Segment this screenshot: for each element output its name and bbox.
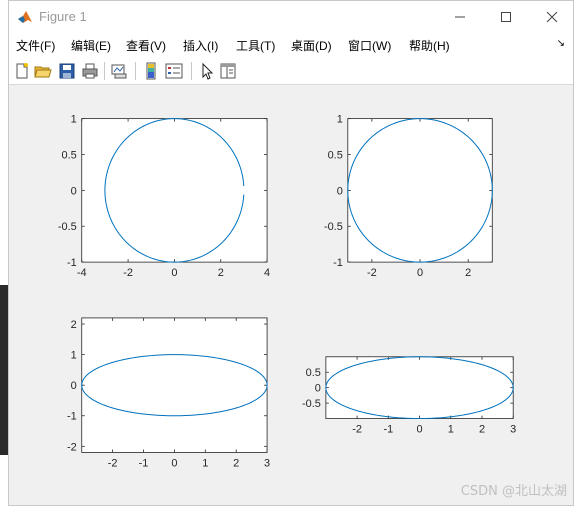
x-tick-label: -2 xyxy=(367,267,377,279)
y-tick-label: 0 xyxy=(337,185,343,197)
new-figure-icon[interactable] xyxy=(13,62,31,80)
toolbar-separator xyxy=(191,62,192,80)
subplot-3[interactable]: -2 -1 0 1 2 3 -2 -1 0 1 2 xyxy=(67,317,270,469)
y-tick-label: 2 xyxy=(71,319,77,331)
menu-window[interactable]: 窗口(W) xyxy=(348,37,391,54)
maximize-icon xyxy=(501,12,511,22)
menu-file[interactable]: 文件(F) xyxy=(16,37,55,54)
y-tick-label: -1 xyxy=(333,257,343,269)
y-tick-label: -2 xyxy=(67,441,77,453)
x-tick-label: 1 xyxy=(448,424,454,436)
x-tick-label: -2 xyxy=(352,424,362,436)
x-tick-label: -4 xyxy=(77,267,87,279)
subplot-2[interactable]: -2 0 2 -1 -0.5 0 0.5 1 xyxy=(324,114,493,279)
y-tick-label: -0.5 xyxy=(58,221,77,233)
y-tick-label: -0.5 xyxy=(302,398,321,410)
x-tick-label: 3 xyxy=(264,457,270,469)
menu-insert[interactable]: 插入(I) xyxy=(183,37,218,54)
subplot-4[interactable]: -2 -1 0 1 2 3 -0.5 0 0.5 xyxy=(302,356,516,436)
x-tick-label: 2 xyxy=(479,424,485,436)
close-button[interactable] xyxy=(529,1,575,33)
axes-box xyxy=(347,118,493,263)
maximize-button[interactable] xyxy=(483,1,529,33)
minimize-icon xyxy=(455,16,465,18)
menu-bar: 文件(F) 编辑(E) 查看(V) 插入(I) 工具(T) 桌面(D) 窗口(W… xyxy=(9,33,573,57)
x-tick-label: 0 xyxy=(171,267,177,279)
background-window-edge xyxy=(0,285,8,455)
y-tick-label: -1 xyxy=(67,257,77,269)
x-tick-label: 2 xyxy=(465,267,471,279)
property-inspector-icon[interactable] xyxy=(219,62,237,80)
matlab-logo-icon xyxy=(18,11,32,23)
menu-edit[interactable]: 编辑(E) xyxy=(71,37,111,54)
figure-canvas[interactable]: -4 -2 0 2 4 -1 -0.5 0 0.5 1 -2 0 2 -1 -0.5 0 0.5 1 -2 -1 0 1 2… xyxy=(9,85,573,505)
insert-colorbar-icon[interactable] xyxy=(142,62,160,80)
y-tick-label: 1 xyxy=(337,114,343,126)
axes-box xyxy=(81,118,268,263)
y-tick-label: 0 xyxy=(71,185,77,197)
x-tick-label: 0 xyxy=(416,424,422,436)
subplot-1[interactable]: -4 -2 0 2 4 -1 -0.5 0 0.5 1 xyxy=(58,114,270,279)
toolbar-separator xyxy=(104,62,105,80)
minimize-button[interactable] xyxy=(437,1,483,33)
watermark: CSDN @北山太湖 xyxy=(460,484,567,499)
figure-window: Figure 1 文件(F) 编辑(E) 查看(V) 插入(I) 工具(T) 桌… xyxy=(8,0,574,506)
x-tick-label: -2 xyxy=(108,457,118,469)
x-tick-label: 0 xyxy=(417,267,423,279)
y-tick-label: 0.5 xyxy=(62,149,77,161)
insert-legend-icon[interactable] xyxy=(165,62,183,80)
x-tick-label: 1 xyxy=(202,457,208,469)
window-title: Figure 1 xyxy=(39,9,87,24)
menu-help[interactable]: 帮助(H) xyxy=(409,37,450,54)
y-tick-label: 0 xyxy=(71,380,77,392)
open-file-icon[interactable] xyxy=(34,62,52,80)
toolbar xyxy=(9,57,573,85)
menu-overflow-icon[interactable]: ↘ xyxy=(557,38,565,49)
link-plot-icon[interactable] xyxy=(110,62,128,80)
toolbar-separator xyxy=(135,62,136,80)
save-icon[interactable] xyxy=(58,62,76,80)
axes-box xyxy=(81,317,268,453)
x-tick-label: 3 xyxy=(510,424,516,436)
x-tick-label: 4 xyxy=(264,267,270,279)
x-tick-label: 0 xyxy=(171,457,177,469)
x-tick-label: -2 xyxy=(123,267,133,279)
close-icon xyxy=(546,11,558,23)
y-tick-label: 1 xyxy=(71,350,77,362)
y-tick-label: 1 xyxy=(71,114,77,126)
y-tick-label: -1 xyxy=(67,411,77,423)
x-tick-label: -1 xyxy=(383,424,393,436)
title-bar[interactable]: Figure 1 xyxy=(9,1,573,33)
edit-plot-cursor-icon[interactable] xyxy=(198,62,216,80)
menu-tools[interactable]: 工具(T) xyxy=(236,37,275,54)
x-tick-label: 2 xyxy=(233,457,239,469)
x-tick-label: 2 xyxy=(218,267,224,279)
x-tick-label: -1 xyxy=(139,457,149,469)
print-icon[interactable] xyxy=(81,62,99,80)
y-tick-label: 0.5 xyxy=(306,367,321,379)
y-tick-label: 0.5 xyxy=(328,149,343,161)
y-tick-label: -0.5 xyxy=(324,221,343,233)
menu-desktop[interactable]: 桌面(D) xyxy=(291,37,332,54)
menu-view[interactable]: 查看(V) xyxy=(126,37,166,54)
y-tick-label: 0 xyxy=(315,383,321,395)
